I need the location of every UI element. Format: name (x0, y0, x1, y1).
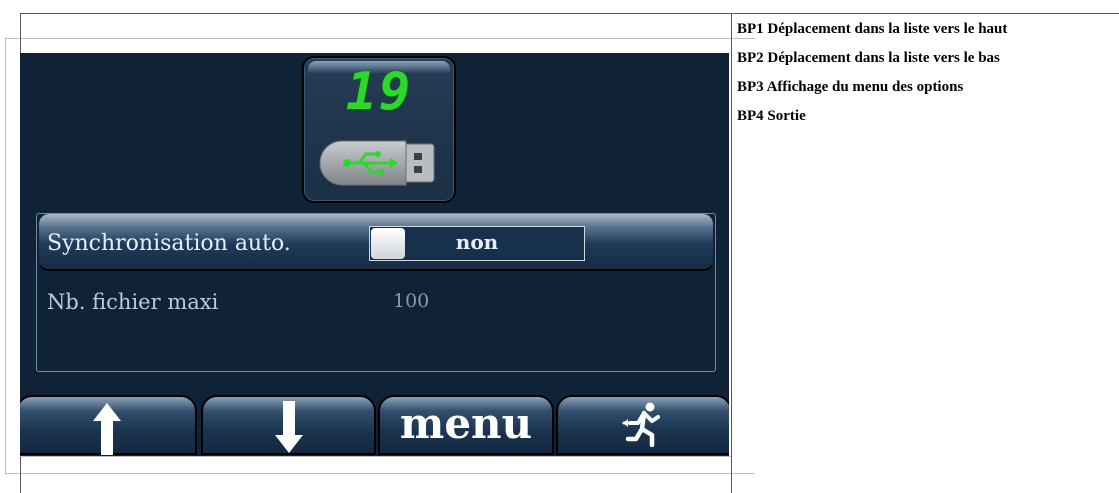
file-counter-display: 19 (302, 56, 456, 203)
legend-bp1: BP1 Déplacement dans la liste vers le ha… (737, 21, 1008, 37)
usb-stick-icon (319, 140, 435, 186)
menu-button-label: menu (399, 399, 533, 448)
legend-bp2: BP2 Déplacement dans la liste vers le ba… (737, 50, 1000, 66)
setting-row-sync-auto[interactable]: Synchronisation auto. non (39, 214, 713, 271)
frame-outer-left-line (5, 38, 6, 473)
frame-inner-bottom-line (20, 456, 731, 457)
frame-outer-bottom-line (5, 473, 755, 474)
exit-icon (622, 402, 660, 447)
menu-button[interactable]: menu (378, 395, 554, 455)
sync-auto-value: non (455, 230, 499, 254)
settings-list: Synchronisation auto. non Nb. fichier ma… (36, 213, 716, 372)
max-files-value: 100 (393, 290, 430, 312)
device-screen: 19 Synchronisation auto. non Nb. fichier… (20, 53, 729, 456)
frame-top-line (20, 13, 1119, 14)
button-legend: BP1 Déplacement dans la liste vers le ha… (737, 20, 1007, 136)
legend-bp3: BP3 Affichage du menu des options (737, 79, 964, 95)
up-button[interactable] (20, 395, 197, 455)
legend-bp4: BP4 Sortie (737, 108, 806, 124)
file-counter-value: 19 (345, 62, 413, 122)
max-files-label[interactable]: Nb. fichier maxi (47, 290, 218, 314)
arrow-up-icon (92, 403, 121, 455)
down-button[interactable] (201, 395, 376, 455)
exit-button[interactable] (556, 395, 729, 455)
frame-outer-top-line (5, 38, 755, 39)
arrow-down-icon (274, 401, 303, 453)
sync-auto-toggle[interactable]: non (369, 226, 585, 261)
sync-auto-label: Synchronisation auto. (47, 231, 291, 256)
frame-divider-line (731, 13, 732, 493)
